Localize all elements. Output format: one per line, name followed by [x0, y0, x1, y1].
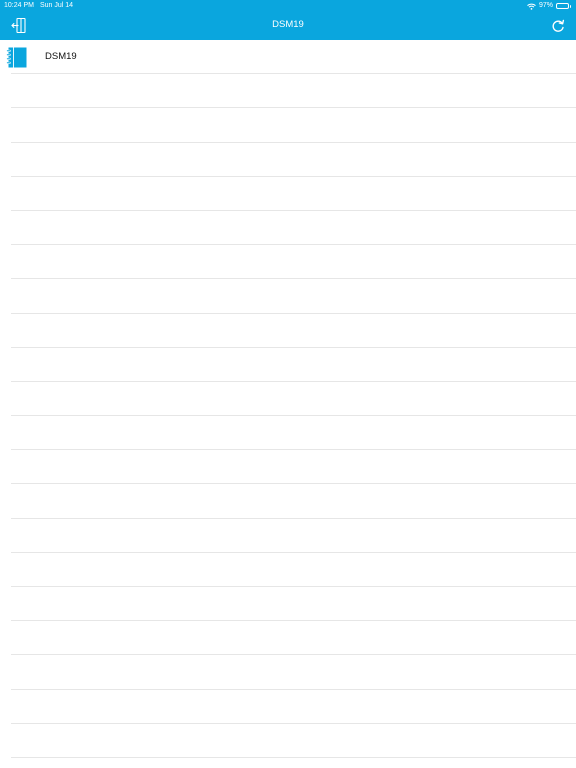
status-bar: 10:24 PM Sun Jul 14 97%: [0, 0, 576, 12]
empty-list-row: [11, 211, 576, 246]
status-time: 10:24 PM: [4, 2, 34, 9]
empty-list-row: [11, 279, 576, 314]
empty-list-row: [11, 108, 576, 143]
status-date: Sun Jul 14: [40, 2, 74, 9]
empty-list-row: [11, 587, 576, 622]
empty-list-row: [11, 74, 576, 109]
battery-percent: 97%: [538, 2, 553, 9]
refresh-icon: [549, 16, 567, 36]
empty-list-row: [11, 348, 576, 382]
empty-list-row: [11, 519, 576, 553]
notebook-list: DSM19: [0, 40, 576, 758]
refresh-button[interactable]: [549, 16, 567, 36]
empty-list-row: [11, 143, 576, 177]
empty-list-row: [11, 655, 576, 690]
empty-list-row: [11, 553, 576, 587]
notebook-icon: [6, 47, 27, 68]
battery-icon: [556, 3, 571, 9]
empty-list-row: [11, 314, 576, 348]
empty-list-row: [11, 484, 576, 519]
empty-list-row: [11, 245, 576, 280]
empty-list-row: [11, 450, 576, 485]
list-item[interactable]: DSM19: [0, 40, 576, 75]
wifi-icon: [527, 3, 536, 10]
navigation-header: 10:24 PM Sun Jul 14 97% DSM19: [0, 0, 576, 40]
page-title: DSM19: [272, 19, 304, 30]
status-indicators: 97%: [527, 0, 571, 12]
empty-list-row: [11, 690, 576, 724]
empty-list-row: [11, 382, 576, 417]
empty-list-row: [11, 416, 576, 451]
empty-list-row: [11, 621, 576, 656]
empty-list-row: [11, 177, 576, 211]
list-item-label: DSM19: [45, 51, 77, 62]
empty-list-row: [11, 724, 576, 758]
